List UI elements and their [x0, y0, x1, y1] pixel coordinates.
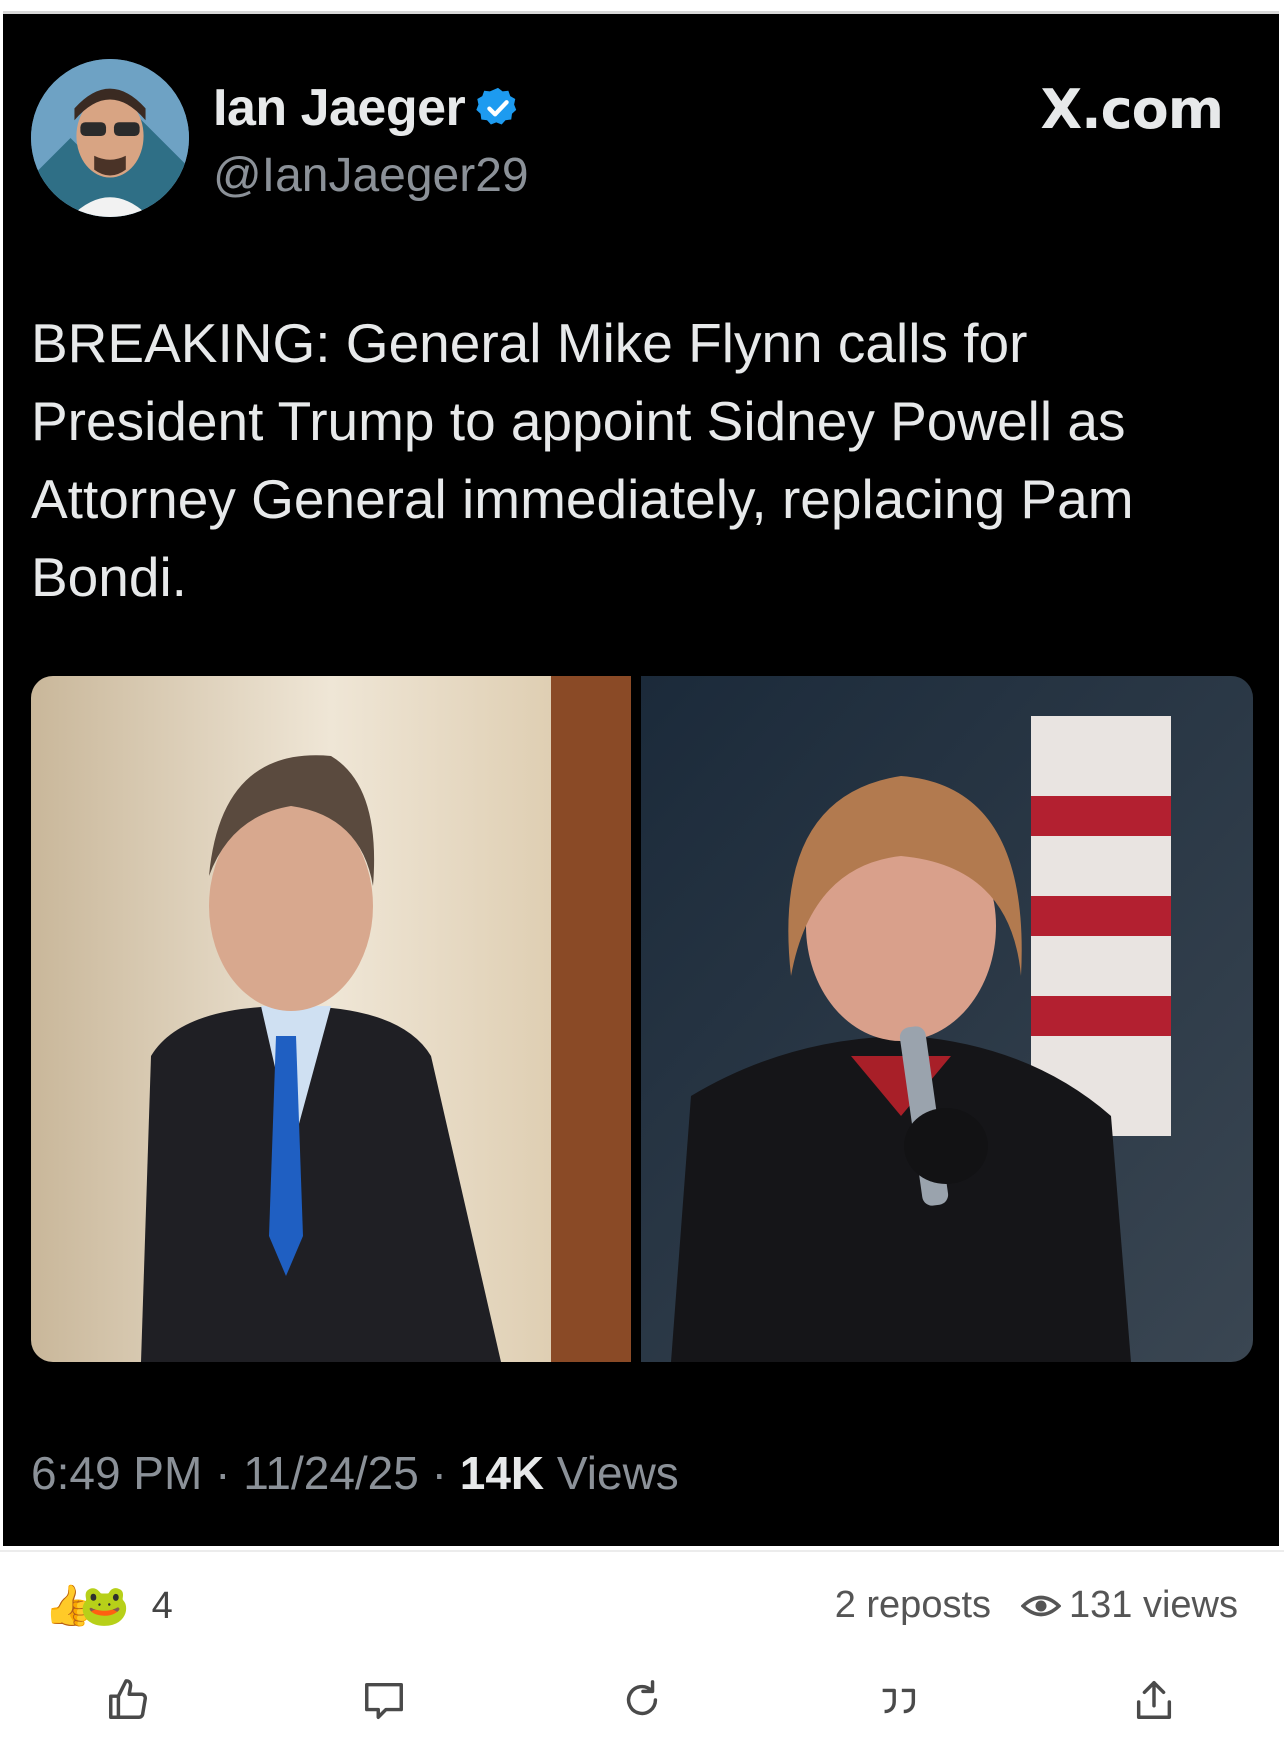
reaction-count: 4: [151, 1584, 173, 1627]
avatar-image: [31, 59, 189, 217]
reposts-count[interactable]: 2 reposts: [835, 1584, 991, 1627]
author-display-name[interactable]: Ian Jaeger: [213, 78, 466, 138]
tweet-meta: 6:49 PM · 11/24/25 · 14K Views: [31, 1446, 679, 1500]
tweet-date: 11/24/25: [243, 1447, 419, 1499]
meta-separator: ·: [215, 1447, 231, 1499]
tweet-views-label: Views: [556, 1447, 679, 1499]
views-count: 131 views: [1069, 1584, 1238, 1626]
post-action-bar: [0, 1670, 1284, 1740]
post-stats: 2 reposts 131 views: [835, 1584, 1238, 1627]
like-button[interactable]: [98, 1670, 158, 1730]
comment-button[interactable]: [354, 1670, 414, 1730]
tweet-time: 6:49 PM: [31, 1447, 203, 1499]
author-name-row: Ian Jaeger: [213, 78, 521, 138]
views-stat: 131 views: [1021, 1584, 1238, 1627]
quote-button[interactable]: [868, 1670, 928, 1730]
thumbs-up-icon: [109, 1679, 147, 1719]
avatar[interactable]: [31, 59, 189, 217]
repost-icon: [626, 1680, 658, 1716]
author-handle[interactable]: @IanJaeger29: [213, 148, 529, 203]
comment-icon: [365, 1682, 403, 1719]
repost-button[interactable]: [612, 1670, 672, 1730]
embedded-tweet-card: Ian Jaeger @IanJaeger29 X.com BREAKING: …: [3, 11, 1279, 1546]
tweet-views-count: 14K: [459, 1447, 545, 1499]
source-label: X.com: [1040, 78, 1224, 141]
share-icon: [1136, 1681, 1172, 1719]
share-button[interactable]: [1124, 1670, 1184, 1730]
quote-icon: [882, 1688, 916, 1714]
eye-icon: [1021, 1595, 1062, 1616]
tweet-photo[interactable]: [31, 676, 1253, 1362]
frog-emoji-icon: 🐸: [79, 1584, 130, 1628]
meta-separator: ·: [431, 1447, 447, 1499]
tweet-text: BREAKING: General Mike Flynn calls for P…: [31, 312, 1134, 608]
footer-divider: [0, 1550, 1284, 1552]
verified-badge-icon: [476, 87, 517, 125]
photo-collage: [31, 676, 1253, 1362]
reactions-summary[interactable]: 👍 🐸 4: [44, 1582, 173, 1630]
